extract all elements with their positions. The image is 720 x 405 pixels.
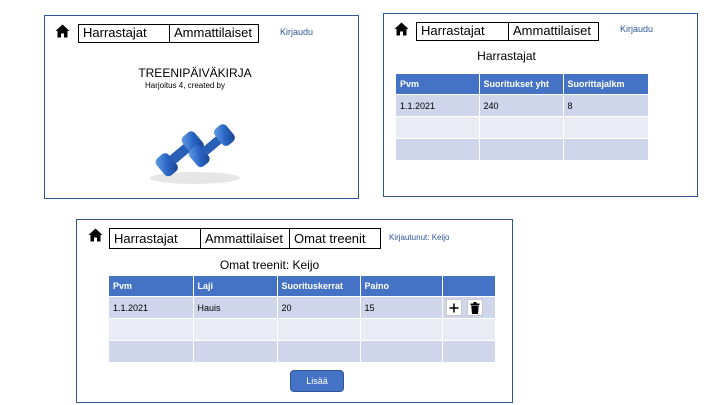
home-icon[interactable] — [394, 22, 410, 36]
row-actions-cell — [442, 296, 496, 319]
table-cell — [109, 318, 194, 341]
dumbbells-image — [135, 106, 255, 186]
nav-harrastajat[interactable]: Harrastajat — [416, 22, 509, 41]
delete-row-button[interactable] — [466, 299, 483, 316]
column-header: Laji — [193, 276, 278, 297]
table-cell — [563, 138, 649, 160]
plus-icon — [449, 303, 458, 312]
column-header: Suorituskerrat — [277, 276, 361, 297]
logged-in-user: Kirjautunut: Keijo — [389, 233, 450, 242]
table-cell — [360, 340, 443, 362]
table-cell — [360, 318, 443, 341]
table-cell — [479, 116, 564, 139]
harrastajat-table: Pvm Suoritukset yht Suorittajalkm 1.1.20… — [396, 74, 649, 160]
screen-harrastajat: Harrastajat Ammattilaiset Kirjaudu Harra… — [383, 13, 698, 197]
table-header-row: Pvm Suoritukset yht Suorittajalkm — [396, 74, 649, 95]
table-cell — [442, 340, 496, 362]
table-cell: 20 — [277, 296, 361, 319]
table-row: 1.1.2021 Hauis 20 15 — [109, 296, 496, 319]
column-header: Suoritukset yht — [479, 74, 564, 95]
table-cell — [109, 340, 194, 362]
table-cell: 1.1.2021 — [109, 296, 194, 319]
column-header: Paino — [360, 276, 443, 297]
table-row: 1.1.2021 240 8 — [396, 94, 649, 117]
column-header: Pvm — [396, 74, 480, 95]
page-heading: Harrastajat — [477, 49, 536, 63]
column-header: Pvm — [109, 276, 194, 297]
table-cell — [442, 318, 496, 341]
table-cell: 240 — [479, 94, 564, 117]
table-row — [396, 116, 649, 139]
screen-omat-treenit: Harrastajat Ammattilaiset Omat treenit K… — [76, 219, 513, 403]
table-row — [396, 138, 649, 160]
table-cell — [193, 340, 278, 362]
app-subtitle: Harjoitus 4, created by — [144, 81, 226, 90]
nav-harrastajat[interactable]: Harrastajat — [78, 24, 170, 43]
page-heading: Omat treenit: Keijo — [219, 258, 320, 272]
table-row — [109, 340, 496, 362]
table-cell: Hauis — [193, 296, 278, 319]
table-cell: 15 — [360, 296, 443, 319]
login-link[interactable]: Kirjaudu — [280, 27, 313, 37]
add-button[interactable]: Lisää — [290, 370, 344, 392]
nav-ammattilaiset[interactable]: Ammattilaiset — [200, 228, 290, 249]
table-cell — [563, 116, 649, 139]
table-cell — [277, 340, 361, 362]
nav-omat-treenit[interactable]: Omat treenit — [289, 228, 381, 249]
login-link[interactable]: Kirjaudu — [620, 24, 653, 34]
table-cell: 8 — [563, 94, 649, 117]
table-cell — [396, 138, 480, 160]
table-cell — [193, 318, 278, 341]
table-header-row: Pvm Laji Suorituskerrat Paino — [109, 276, 496, 297]
nav-harrastajat[interactable]: Harrastajat — [109, 228, 201, 249]
table-cell: 1.1.2021 — [396, 94, 480, 117]
column-header — [442, 276, 496, 297]
column-header: Suorittajalkm — [563, 74, 649, 95]
nav-ammattilaiset[interactable]: Ammattilaiset — [169, 24, 259, 43]
trash-icon — [470, 301, 479, 314]
table-cell — [479, 138, 564, 160]
home-icon[interactable] — [55, 24, 71, 38]
nav-ammattilaiset[interactable]: Ammattilaiset — [508, 22, 599, 41]
table-cell — [277, 318, 361, 341]
omat-treenit-table: Pvm Laji Suorituskerrat Paino 1.1.2021 H… — [109, 276, 496, 362]
app-title: TREENIPÄIVÄKIRJA — [138, 66, 252, 80]
home-icon[interactable] — [88, 228, 104, 242]
table-row — [109, 318, 496, 341]
table-cell — [396, 116, 480, 139]
screen-frontpage: Harrastajat Ammattilaiset Kirjaudu TREEN… — [44, 15, 359, 199]
add-row-button[interactable] — [445, 299, 462, 316]
